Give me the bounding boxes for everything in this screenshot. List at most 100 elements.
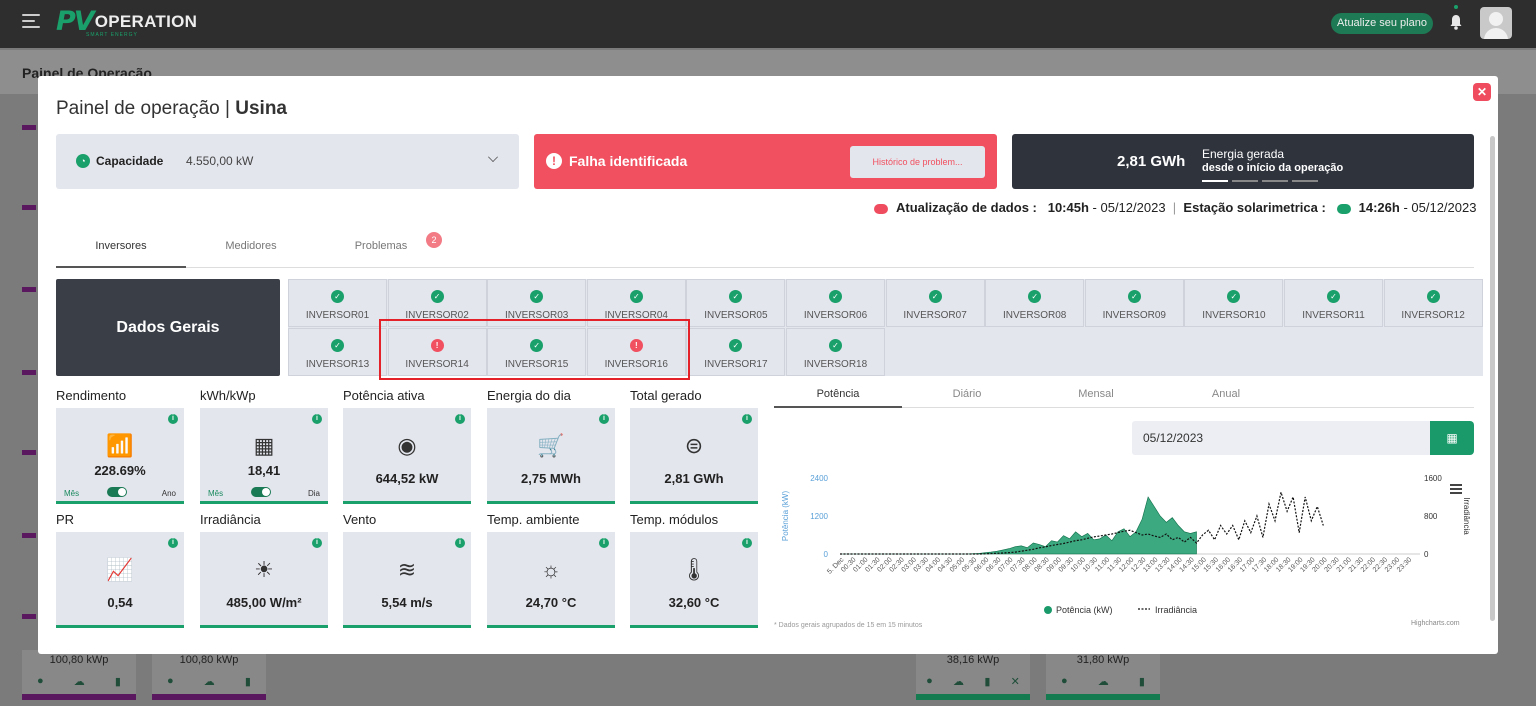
inverter-inversor01[interactable]: ✓ INVERSOR01 [288,279,387,327]
inverter-inversor11[interactable]: ✓ INVERSOR11 [1284,279,1383,327]
info-icon[interactable]: i [168,538,178,548]
gauge-icon: ◉ [397,433,417,458]
inverter-inversor07[interactable]: ✓ INVERSOR07 [885,279,985,327]
problems-count-badge: 2 [426,232,442,248]
failure-alert: ! Falha identificada Histórico de proble… [534,134,997,189]
y2-tick-label: 0 [1424,550,1429,559]
info-icon[interactable]: i [599,538,609,548]
info-icon[interactable]: i [742,538,752,548]
problem-history-button[interactable]: Histórico de problem... [850,146,985,178]
highcharts-credit[interactable]: Highcharts.com [1411,620,1460,627]
info-icon[interactable]: i [599,414,609,424]
inverter-name: INVERSOR13 [305,358,370,370]
metric-card: i 📈 0,54 [56,532,184,628]
check-icon: ✓ [530,290,544,303]
metric-value: 2,81 GWh [664,471,724,486]
inverter-name: INVERSOR08 [1003,310,1067,321]
inverter-name: INVERSOR12 [1401,310,1465,321]
inverter-name: INVERSOR09 [1102,310,1166,321]
wind-icon: ≋ [397,557,417,582]
info-icon[interactable]: i [168,414,178,424]
toggle-label-left: Mês [64,489,80,498]
metric-card: i 🌡 32,60 °C [630,532,758,628]
legend-potencia-marker [1044,606,1052,614]
solar-panel-icon: ▦ [253,433,275,458]
metric-value: 18,41 [247,463,281,478]
info-icon[interactable]: i [455,538,465,548]
metric-card: i ☼ 24,70 °C [487,532,615,628]
chart-footnote: * Dados gerais agrupados de 15 em 15 min… [774,622,923,629]
date-input[interactable]: 05/12/2023 [1132,421,1430,455]
tab-medidores[interactable]: Medidores [186,240,316,252]
inverter-inversor18[interactable]: ✓ INVERSOR18 [786,327,885,376]
inverter-inversor13[interactable]: ✓ INVERSOR13 [288,327,387,376]
metric-label: Temp. módulos [630,512,719,527]
period-toggle[interactable] [107,487,127,497]
chevron-down-icon [488,152,498,162]
modal-title: Painel de operação | Usina [56,98,287,119]
inverter-name: INVERSOR01 [305,310,370,321]
energy-total-value: 2,81 GWh [1117,153,1186,170]
chart-menu-icon[interactable] [1450,484,1462,494]
y-axis-title: Potência (kW) [781,491,790,542]
chart-tab-anual[interactable]: Anual [1162,388,1290,400]
chart-tab-mensal[interactable]: Mensal [1032,388,1160,400]
metric-card: i ◉ 644,52 kW [343,408,471,504]
chart-tab-diario[interactable]: Diário [903,388,1031,400]
check-icon: ✓ [729,290,743,303]
metric-label: Potência ativa [343,388,425,403]
info-icon[interactable]: i [742,414,752,424]
metric-label: Irradiância [200,512,261,527]
check-icon: ✓ [331,290,344,303]
inverter-name: INVERSOR05 [704,310,768,321]
metric-value: 485,00 W/m² [226,595,302,610]
series-potencia-area [840,496,1197,555]
inverter-inversor10[interactable]: ✓ INVERSOR10 [1184,279,1284,327]
inverter-name: INVERSOR07 [903,310,967,321]
metric-label: Temp. ambiente [487,512,580,527]
thermometer-icon: 🌡 [680,557,708,582]
period-toggle[interactable] [251,487,271,497]
general-data-button[interactable]: Dados Gerais [56,279,280,376]
metric-label: Energia do dia [487,388,571,403]
check-icon: ✓ [629,290,643,303]
modal-title-plant: Usina [235,98,287,119]
station-label: Estação solarimetrica : [1183,200,1326,215]
capacity-label: Capacidade [96,154,164,168]
metric-card: i 🛒 2,75 MWh [487,408,615,504]
inverter-inversor17[interactable]: ✓ INVERSOR17 [686,327,786,376]
trend-icon: 📈 [106,557,134,582]
capacity-dropdown[interactable]: ◔ Capacidade 4.550,00 kW [56,134,519,189]
check-icon: ✓ [829,338,842,352]
metric-label: Total gerado [630,388,702,403]
check-icon: ✓ [1127,290,1141,303]
check-icon: ✓ [331,338,344,352]
calendar-icon[interactable]: ▦ [1430,421,1474,455]
inverter-inversor12[interactable]: ✓ INVERSOR12 [1383,279,1483,327]
check-icon: ✓ [1028,290,1042,303]
check-icon: ✓ [729,338,743,352]
inverter-inversor05[interactable]: ✓ INVERSOR05 [686,279,786,327]
meter-icon: ⊜ [684,433,704,458]
inverter-inversor08[interactable]: ✓ INVERSOR08 [985,279,1085,327]
station-date: - 05/12/2023 [1403,200,1477,215]
inverter-inversor09[interactable]: ✓ INVERSOR09 [1084,279,1184,327]
inverter-inversor06[interactable]: ✓ INVERSOR06 [786,279,885,327]
info-icon[interactable]: i [312,538,322,548]
sun-icon: ☀ [254,557,274,582]
tab-inversores[interactable]: Inversores [56,240,186,252]
inverter-name: INVERSOR18 [803,358,868,370]
check-icon: ✓ [430,290,444,303]
check-icon: ✓ [928,290,942,303]
info-icon[interactable]: i [455,414,465,424]
chart-tab-potencia[interactable]: Potência [774,388,902,400]
modal-scrollbar[interactable] [1490,136,1495,621]
info-icon[interactable]: i [312,414,322,424]
y-tick-label: 2400 [810,474,828,483]
power-irradiance-chart: Potência (kW) Irradiância 0 1200 2400 0 800 160… [781,474,1471,615]
carousel-indicators[interactable] [1202,180,1318,182]
metric-value: 2,75 MWh [521,471,581,486]
inverter-name: INVERSOR06 [803,310,868,321]
inverter-name: INVERSOR11 [1302,310,1365,321]
close-icon[interactable]: ✕ [1473,83,1491,101]
